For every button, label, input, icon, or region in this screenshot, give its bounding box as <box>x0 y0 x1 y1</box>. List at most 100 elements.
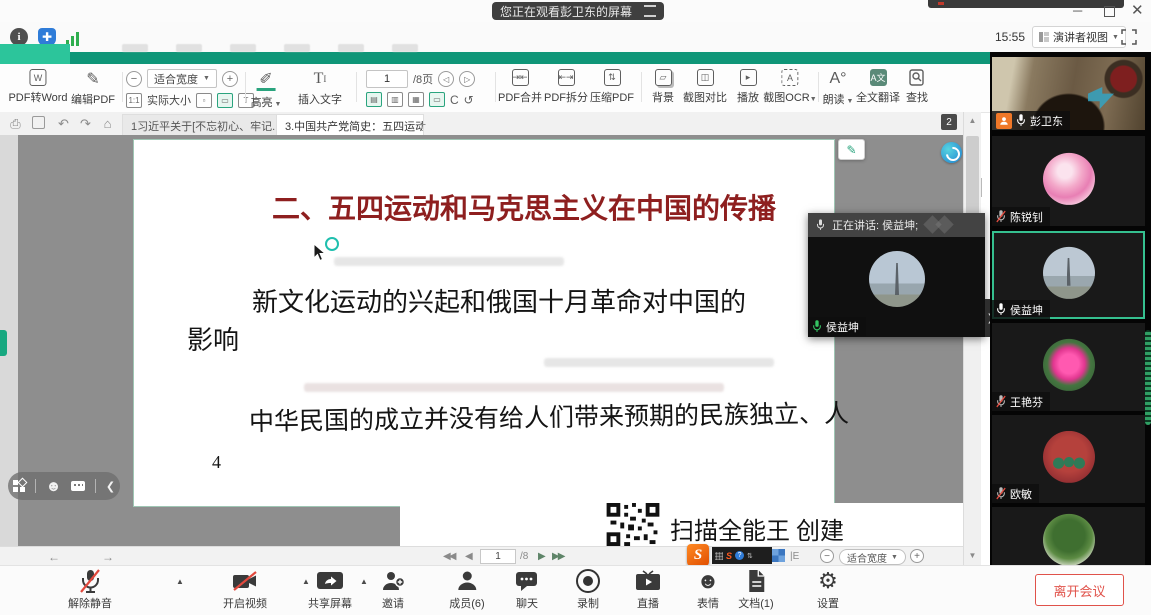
background-button[interactable]: ▱ 背景 <box>652 69 674 105</box>
annotate-pencil-button[interactable]: ✎ <box>838 139 865 160</box>
prev-page-icon[interactable]: ◁ <box>438 71 454 87</box>
chat-bubble-icon[interactable] <box>71 481 85 491</box>
pdf-canvas[interactable]: 二、五四运动和马克思主义在中国的传播 新文化运动的兴起和俄国十月革命对中国的 影… <box>18 135 963 546</box>
settings-button[interactable]: ⚙ 设置 <box>817 569 839 611</box>
participant-tile[interactable]: 欧敏 <box>992 415 1145 503</box>
forward-arrow-icon[interactable]: → <box>102 550 114 564</box>
scroll-up-icon[interactable]: ▲ <box>964 112 981 130</box>
read-aloud-button[interactable]: A° 朗读 ▼ <box>823 69 854 107</box>
vertical-scrollbar[interactable]: ▲ ▼ <box>963 112 981 565</box>
next-page-icon[interactable]: ▶ <box>538 551 546 562</box>
status-page-input[interactable]: 1 <box>480 549 516 564</box>
prev-page-icon[interactable]: ◀ <box>465 551 473 562</box>
participant-name-chip: 陈锐钊 <box>992 207 1050 226</box>
active-speaker-popup[interactable]: 正在讲话: 侯益坤; 侯益坤 ❯ <box>808 213 985 337</box>
banner-menu-icon[interactable] <box>644 5 656 17</box>
rotate-left-icon[interactable]: ↺ <box>464 93 474 107</box>
four-page-icon[interactable]: ▦ <box>408 92 424 107</box>
share-options-caret[interactable]: ▲ <box>360 577 368 586</box>
leave-meeting-button[interactable]: 离开会议 <box>1035 574 1124 606</box>
doc-tab-1[interactable]: 1习近平关于[不忘初心、牢记... <box>122 114 288 136</box>
pdf-to-word-button[interactable]: W PDF转Word <box>8 69 67 105</box>
find-button[interactable]: 查找 <box>906 69 928 105</box>
help-icon[interactable]: ? <box>735 551 744 560</box>
apps-grid-icon[interactable] <box>13 480 25 492</box>
grid-view-icon[interactable] <box>772 549 785 562</box>
live-button[interactable]: 直播 <box>635 569 661 611</box>
zoom-out-icon[interactable]: − <box>126 71 142 87</box>
single-page-icon[interactable]: ▤ <box>366 92 382 107</box>
status-zoom-out-icon[interactable]: − <box>820 549 834 563</box>
redo-icon[interactable]: ↷ <box>78 116 93 131</box>
two-page-icon[interactable]: ▥ <box>387 92 403 107</box>
docs-button[interactable]: 文档(1) <box>738 569 773 611</box>
rotate-right-icon[interactable]: C <box>450 93 459 107</box>
translate-button[interactable]: A文 全文翻译 <box>856 69 900 105</box>
screenshot-compare-button[interactable]: ◫ 截图对比 <box>683 69 727 105</box>
participant-tile[interactable]: 陈锐钊 <box>992 136 1145 226</box>
participant-tile-partial[interactable] <box>992 507 1145 565</box>
screenshot-ocr-button[interactable]: A 截图OCR▼ <box>763 69 816 105</box>
split-icon: ⇤⇥ <box>558 69 575 86</box>
maximize-button[interactable] <box>1104 6 1115 17</box>
participant-tile-speaking[interactable]: 侯益坤 <box>992 231 1145 319</box>
zoom-in-icon[interactable]: + <box>222 71 238 87</box>
record-button[interactable]: 录制 <box>576 569 600 611</box>
pdf-split-button[interactable]: ⇤⇥ PDF拆分 <box>544 69 588 105</box>
status-zoom-select[interactable]: 适合宽度 ▼ <box>839 549 906 565</box>
view-mode-selector[interactable]: 演讲者视图 ▼ <box>1032 26 1126 48</box>
play-button[interactable]: ▸ 播放 <box>737 69 759 105</box>
page-number-input[interactable]: 1 <box>366 70 408 88</box>
collapse-left-icon[interactable]: ❮ <box>106 480 115 493</box>
scroll-down-icon[interactable]: ▼ <box>964 547 981 565</box>
home-icon[interactable]: ⌂ <box>100 116 115 131</box>
panel-expand-tab[interactable] <box>0 330 7 356</box>
emoji-smiley-icon[interactable]: ☻ <box>46 478 62 495</box>
chat-button[interactable]: 聊天 <box>515 569 539 611</box>
share-screen-button[interactable]: 共享屏幕 <box>308 569 352 611</box>
minimize-button[interactable]: ─ <box>1073 5 1082 17</box>
edit-pdf-button[interactable]: ✎ 编辑PDF <box>71 69 115 107</box>
back-arrow-icon[interactable]: ← <box>48 550 60 564</box>
participant-tile[interactable]: 王艳芬 <box>992 323 1145 411</box>
assistant-bubble-icon[interactable] <box>941 142 962 163</box>
merge-icon: ⇥⇤ <box>512 69 529 86</box>
fullscreen-icon[interactable] <box>1121 29 1137 45</box>
unmute-button[interactable]: 解除静音 <box>68 569 112 611</box>
zoom-level-select[interactable]: 适合宽度 ▼ <box>147 69 217 88</box>
sidebar-scrollbar-thumb[interactable] <box>1145 330 1151 425</box>
undo-icon[interactable]: ↶ <box>56 116 71 131</box>
participant-tile[interactable]: 彭卫东 <box>992 57 1145 130</box>
updown-icon[interactable]: ⇅ <box>747 552 753 560</box>
invite-button[interactable]: 邀请 <box>381 569 405 611</box>
mini-dock[interactable]: S ? ⇅ <box>712 547 772 564</box>
save-icon[interactable] <box>32 116 45 129</box>
first-page-icon[interactable]: ◀◀ <box>443 551 454 562</box>
close-button[interactable]: ✕ <box>1131 5 1144 17</box>
start-video-button[interactable]: 开启视频 <box>223 569 267 611</box>
highlight-button[interactable]: ✐ 高亮 ▼ <box>251 69 282 110</box>
pdf-active-menu-tab[interactable] <box>0 44 70 64</box>
actual-size-label[interactable]: 实际大小 <box>147 92 191 108</box>
last-page-icon[interactable]: ▶▶ <box>552 551 563 562</box>
speaker-avatar <box>869 251 925 307</box>
next-page-icon[interactable]: ▷ <box>459 71 475 87</box>
reader-mode-icon[interactable]: |E <box>790 551 799 562</box>
meeting-float-pill[interactable]: ☻ ❮ <box>8 472 120 500</box>
print-icon[interactable]: ⎙ <box>8 116 23 131</box>
emoji-button[interactable]: ☻ 表情 <box>696 569 719 611</box>
status-zoom-in-icon[interactable]: + <box>910 549 924 563</box>
members-button[interactable]: 成员(6) <box>449 569 484 611</box>
unmute-options-caret[interactable]: ▲ <box>176 577 184 586</box>
compress-pdf-button[interactable]: ⇅ 压缩PDF <box>590 69 634 105</box>
fit-width-icon[interactable]: ▭ <box>217 93 233 108</box>
fit-page-icon[interactable]: ▫ <box>196 93 212 108</box>
new-tab-button[interactable]: + <box>418 116 426 132</box>
pdf-merge-button[interactable]: ⇥⇤ PDF合并 <box>498 69 542 105</box>
camscanner-float-icon[interactable]: S <box>687 544 709 566</box>
continuous-icon[interactable]: ▭ <box>429 92 445 107</box>
insert-text-button[interactable]: TI 插入文字 <box>298 69 342 107</box>
doc-tab-2-active[interactable]: 3.中国共产党简史：五四运动... <box>276 114 424 136</box>
actual-size-icon[interactable]: 1:1 <box>126 93 142 108</box>
menu-tab-ghost <box>230 44 256 52</box>
